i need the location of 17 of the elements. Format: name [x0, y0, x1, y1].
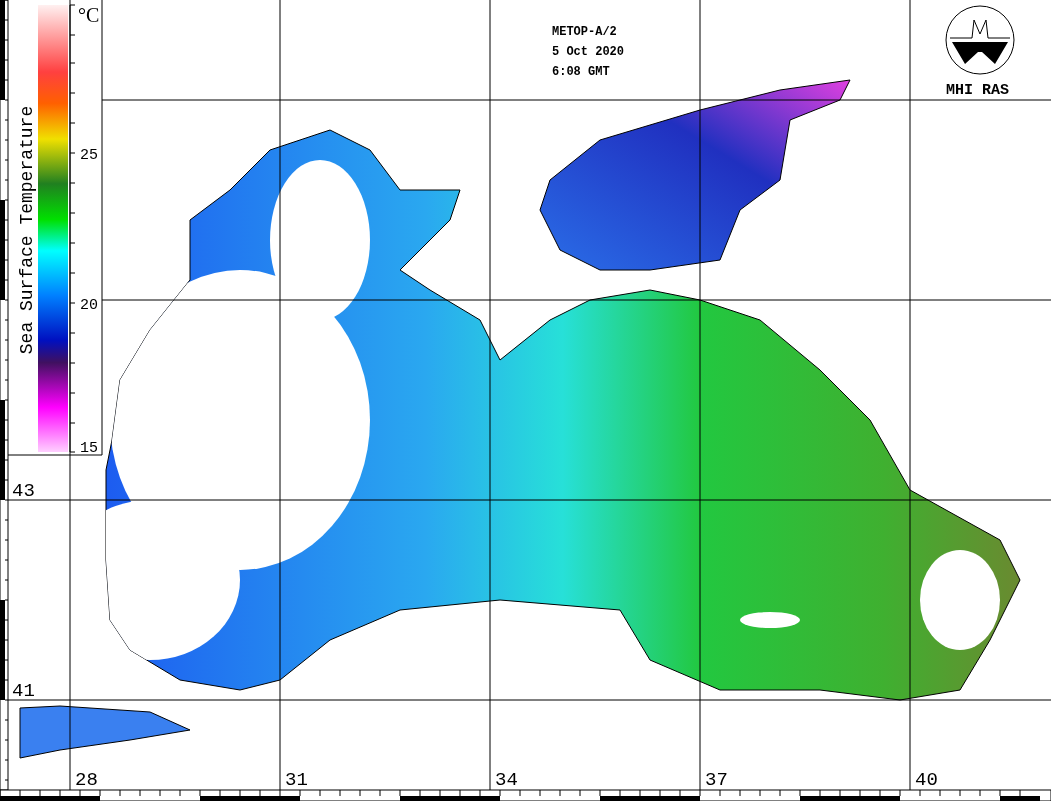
institute-logo-icon [945, 5, 1015, 75]
longitude-label: 40 [915, 769, 938, 791]
longitude-label: 34 [495, 769, 518, 791]
scale-tick-label: 20 [80, 297, 98, 314]
latitude-label: 41 [12, 680, 35, 702]
image-info-text: 6:08 GMT [552, 65, 610, 79]
longitude-label: 28 [75, 769, 98, 791]
legend-title: Sea Surface Temperature [17, 105, 37, 355]
image-info-text: 5 Oct 2020 [552, 45, 624, 59]
unit-label: °C [78, 4, 100, 26]
latitude-label: 43 [12, 480, 35, 502]
logo-text: MHI RAS [946, 82, 1009, 99]
scale-tick-label: 15 [80, 440, 98, 457]
longitude-label: 31 [285, 769, 308, 791]
image-info-text: METOP-A/2 [552, 25, 617, 39]
scale-tick-label: 25 [80, 147, 98, 164]
longitude-label: 37 [705, 769, 728, 791]
